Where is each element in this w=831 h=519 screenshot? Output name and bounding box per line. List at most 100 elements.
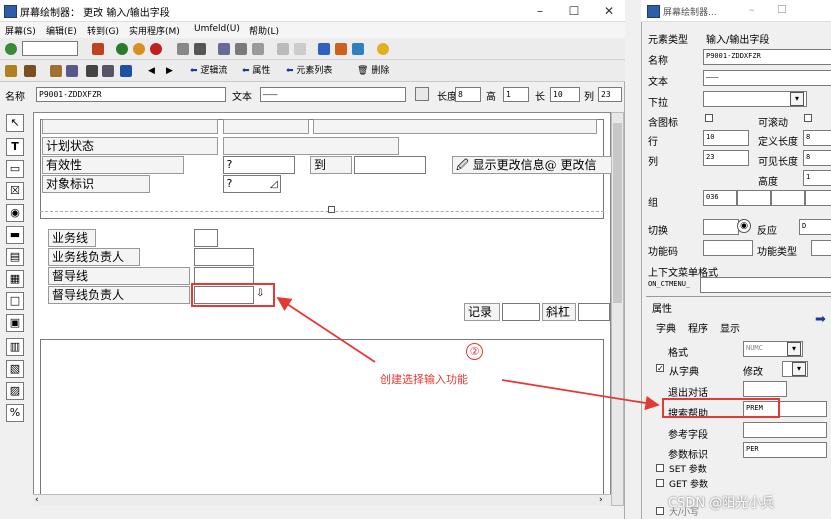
modify-chevron-icon[interactable]: ▾ bbox=[792, 362, 806, 376]
maximize-button[interactable]: ☐ bbox=[561, 2, 587, 20]
scroll-left-icon[interactable]: ‹ bbox=[35, 495, 39, 505]
group-field-2[interactable] bbox=[737, 190, 771, 206]
layout-icon[interactable] bbox=[318, 42, 330, 56]
paste-icon[interactable] bbox=[252, 42, 264, 56]
tab-display[interactable]: 显示 bbox=[720, 320, 740, 335]
tabstrip-tool-icon[interactable]: ▤ bbox=[6, 248, 24, 266]
group-field-4[interactable] bbox=[805, 190, 831, 206]
subscreen-area[interactable] bbox=[40, 339, 604, 495]
objects-icon[interactable] bbox=[102, 64, 114, 78]
validity-from-field[interactable]: ? bbox=[223, 156, 295, 174]
save-icon[interactable] bbox=[92, 42, 104, 56]
print-icon[interactable] bbox=[177, 42, 189, 56]
respond-select[interactable]: D bbox=[799, 219, 831, 235]
attr-minimize-button[interactable]: – bbox=[749, 3, 755, 16]
col-field[interactable]: 23 bbox=[598, 87, 622, 102]
func-type-select[interactable] bbox=[811, 240, 831, 256]
col-field-attr[interactable]: 23 bbox=[703, 150, 749, 166]
subscreen-tool-icon[interactable]: ▣ bbox=[6, 314, 24, 332]
enter-icon[interactable] bbox=[5, 42, 17, 56]
record-field[interactable] bbox=[502, 303, 540, 321]
menu-help[interactable]: 帮助(L) bbox=[249, 24, 279, 37]
from-dict-checkbox[interactable]: ✓ bbox=[656, 364, 664, 373]
get-param-checkbox[interactable] bbox=[656, 479, 664, 487]
tabstrip-wizard-icon[interactable]: ▦ bbox=[6, 270, 24, 288]
button-tool-icon[interactable]: ▬ bbox=[6, 226, 24, 244]
custom-control-icon[interactable]: ▨ bbox=[6, 382, 24, 400]
arrow-right-icon[interactable]: ➡ bbox=[815, 312, 826, 327]
menu-goto[interactable]: 转到(G) bbox=[87, 24, 119, 37]
input-field-tool-icon[interactable]: ▭ bbox=[6, 160, 24, 178]
switch-picker-icon[interactable]: ◉ bbox=[737, 219, 751, 233]
info-icon[interactable] bbox=[120, 64, 132, 78]
len2-field[interactable]: 10 bbox=[550, 87, 580, 102]
text-field[interactable]: ——— bbox=[260, 87, 406, 102]
chevron-down-icon[interactable]: ▾ bbox=[790, 92, 804, 106]
with-icon-checkbox[interactable] bbox=[705, 114, 713, 122]
pointer-icon[interactable]: ↖ bbox=[6, 114, 24, 132]
attr-maximize-button[interactable]: ☐ bbox=[777, 3, 787, 16]
previous-arrow-icon[interactable]: ◀ bbox=[148, 64, 155, 78]
checkbox-tool-icon[interactable]: ☒ bbox=[6, 182, 24, 200]
grid-icon[interactable] bbox=[352, 42, 364, 56]
element-list-button[interactable]: ⬅ 元素列表 bbox=[286, 64, 332, 78]
italic-field[interactable] bbox=[578, 303, 610, 321]
logic-flow-button[interactable]: ⬅ 逻辑流 bbox=[190, 64, 227, 78]
format-chevron-icon[interactable]: ▾ bbox=[787, 342, 801, 356]
close-button[interactable]: ✕ bbox=[596, 2, 622, 20]
activate-icon[interactable] bbox=[50, 64, 62, 78]
attr-name-field[interactable]: P9001-ZDDXFZR bbox=[703, 49, 831, 65]
business-line-field[interactable] bbox=[194, 229, 218, 247]
delete-button[interactable]: 🗑 删除 bbox=[357, 64, 389, 78]
scrollbar-thumb[interactable] bbox=[613, 123, 622, 303]
business-line-owner-field[interactable] bbox=[194, 248, 254, 266]
status-icon-tool[interactable]: % bbox=[6, 404, 24, 422]
tab-program[interactable]: 程序 bbox=[688, 320, 708, 335]
undo-icon[interactable] bbox=[277, 42, 289, 56]
exit-dialog-field[interactable] bbox=[743, 381, 787, 397]
text-tool-icon[interactable]: T bbox=[6, 138, 24, 156]
vertical-scrollbar[interactable] bbox=[611, 112, 624, 506]
menu-umfeld[interactable]: Umfeld(U) bbox=[194, 24, 240, 34]
set-param-checkbox[interactable] bbox=[656, 464, 664, 472]
context-menu-field[interactable] bbox=[700, 277, 831, 293]
cut-icon[interactable] bbox=[218, 42, 230, 56]
vis-length-field[interactable]: 8 bbox=[803, 150, 831, 166]
menu-edit[interactable]: 编辑(E) bbox=[46, 24, 77, 37]
command-field[interactable] bbox=[22, 41, 78, 56]
switch-field[interactable] bbox=[703, 219, 739, 235]
check-icon[interactable] bbox=[24, 64, 36, 78]
length-field[interactable]: 8 bbox=[455, 87, 481, 102]
where-used-icon[interactable] bbox=[66, 64, 78, 78]
radio-tool-icon[interactable]: ◉ bbox=[6, 204, 24, 222]
help-icon[interactable] bbox=[377, 42, 389, 56]
func-code-field[interactable] bbox=[703, 240, 753, 256]
layout-canvas[interactable]: 计划状态 有效性 ? 到 🖉 显示更改信息@ 更改信 对象标识 ? ◿ 业务线 … bbox=[33, 112, 612, 506]
row-field[interactable]: 10 bbox=[703, 130, 749, 146]
cancel-icon[interactable] bbox=[150, 42, 162, 56]
exit-icon[interactable] bbox=[133, 42, 145, 56]
menu-screen[interactable]: 屏幕(S) bbox=[5, 24, 36, 37]
validity-to-field[interactable] bbox=[354, 156, 426, 174]
display-icon[interactable] bbox=[86, 64, 98, 78]
table-control-icon[interactable]: ▥ bbox=[6, 338, 24, 356]
def-length-field[interactable]: 8 bbox=[803, 130, 831, 146]
minimize-button[interactable]: – bbox=[527, 2, 553, 20]
scroll-right-icon[interactable]: › bbox=[599, 495, 603, 505]
text-table-icon[interactable] bbox=[415, 87, 429, 101]
height-field-attr[interactable]: 1 bbox=[803, 170, 831, 186]
tab-dictionary[interactable]: 字典 bbox=[656, 320, 676, 335]
name-field[interactable]: P9001-ZDDXFZR bbox=[36, 87, 226, 102]
attributes-button[interactable]: ⬅ 属性 bbox=[242, 64, 270, 78]
show-change-info-button[interactable]: 🖉 显示更改信息@ 更改信 bbox=[452, 156, 612, 174]
height-field[interactable]: 1 bbox=[503, 87, 529, 102]
ref-field-input[interactable] bbox=[743, 422, 827, 438]
copy-icon[interactable] bbox=[235, 42, 247, 56]
redo-icon[interactable] bbox=[294, 42, 306, 56]
group-field-3[interactable] bbox=[771, 190, 805, 206]
lower-case-checkbox[interactable] bbox=[656, 507, 664, 515]
group-field-1[interactable]: 036 bbox=[703, 190, 737, 206]
resize-handle[interactable] bbox=[328, 206, 335, 213]
next-arrow-icon[interactable]: ▶ bbox=[166, 64, 173, 78]
horizontal-scrollbar[interactable]: ‹ › bbox=[33, 494, 611, 506]
